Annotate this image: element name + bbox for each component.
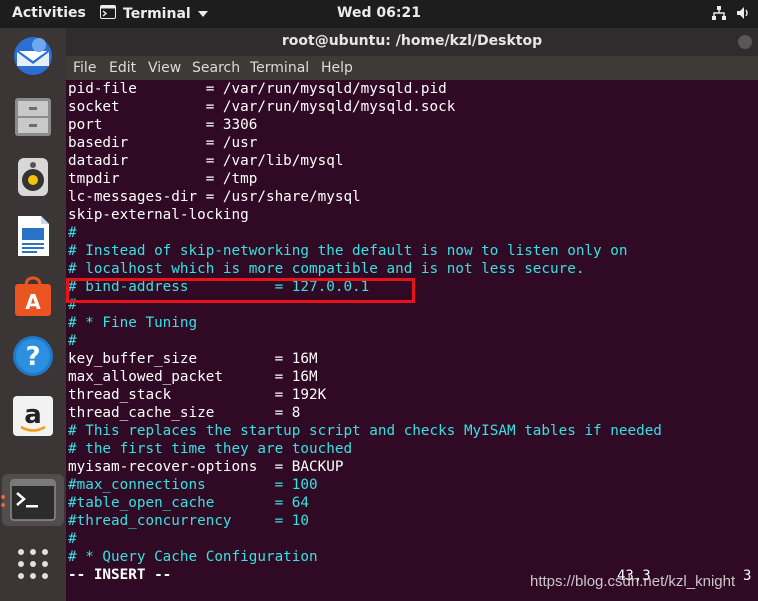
terminal-line: #thread_concurrency = 10 (68, 513, 310, 529)
terminal-line: port = 3306 (68, 117, 258, 133)
volume-icon[interactable] (736, 5, 752, 25)
svg-text:a: a (24, 400, 42, 430)
terminal-line: max_allowed_packet = 16M (68, 369, 318, 385)
terminal-line: # the first time they are touched (68, 441, 353, 457)
svg-text:?: ? (25, 342, 40, 372)
terminal-line: skip-external-locking (68, 207, 249, 223)
menu-file[interactable]: File (73, 60, 96, 76)
watermark: https://blog.csdn.net/kzl_knight (530, 573, 736, 590)
terminal-line: datadir = /var/lib/mysql (68, 153, 344, 169)
writer-icon[interactable] (9, 212, 57, 260)
terminal-line: # (68, 225, 77, 241)
menu-search[interactable]: Search (192, 60, 240, 76)
files-icon[interactable] (9, 92, 57, 140)
dock: A ? a (0, 28, 66, 601)
clock[interactable]: Wed 06:21 (0, 5, 758, 21)
terminal-text-area[interactable]: pid-file = /var/run/mysqld/mysqld.pid soc… (68, 80, 758, 601)
terminal-line: #table_open_cache = 64 (68, 495, 310, 511)
close-icon[interactable] (738, 35, 752, 49)
svg-text:A: A (25, 290, 41, 314)
terminal-line: # Instead of skip-networking the default… (68, 243, 628, 259)
terminal-line: thread_stack = 192K (68, 387, 327, 403)
terminal-window: root@ubuntu: /home/kzl/Desktop File Edit… (66, 28, 758, 601)
window-title: root@ubuntu: /home/kzl/Desktop (281, 33, 543, 49)
thunderbird-icon[interactable] (9, 32, 57, 80)
terminal-line: # * Fine Tuning (68, 315, 198, 331)
highlight-box (66, 278, 415, 303)
menu-help[interactable]: Help (321, 60, 353, 76)
terminal-line: tmpdir = /tmp (68, 171, 258, 187)
terminal-line: basedir = /usr (68, 135, 258, 151)
amazon-icon[interactable]: a (9, 392, 57, 440)
show-apps-icon[interactable] (9, 540, 57, 588)
network-icon[interactable] (712, 5, 726, 25)
menu-edit[interactable]: Edit (109, 60, 136, 76)
scroll-percent: 3 (743, 568, 752, 584)
terminal-line: myisam-recover-options = BACKUP (68, 459, 344, 475)
help-icon[interactable]: ? (9, 332, 57, 380)
terminal-line: # This replaces the startup script and c… (68, 423, 662, 439)
terminal-line: thread_cache_size = 8 (68, 405, 301, 421)
system-tray[interactable] (712, 5, 752, 25)
rhythmbox-icon[interactable] (9, 152, 57, 200)
terminal-line: key_buffer_size = 16M (68, 351, 318, 367)
menu-terminal[interactable]: Terminal (250, 60, 309, 76)
terminal-icon[interactable] (2, 474, 64, 526)
terminal-line: lc-messages-dir = /usr/share/mysql (68, 189, 361, 205)
terminal-line: #max_connections = 100 (68, 477, 318, 493)
window-titlebar[interactable]: root@ubuntu: /home/kzl/Desktop (66, 28, 758, 56)
top-panel: Activities Terminal Wed 06:21 (0, 0, 758, 28)
terminal-line: # (68, 531, 77, 547)
menu-view[interactable]: View (148, 60, 181, 76)
software-center-icon[interactable]: A (9, 272, 57, 320)
terminal-line: socket = /var/run/mysqld/mysqld.sock (68, 99, 456, 115)
terminal-line: # localhost which is more compatible and… (68, 261, 585, 277)
terminal-line: # (68, 333, 77, 349)
terminal-line: pid-file = /var/run/mysqld/mysqld.pid (68, 81, 447, 97)
terminal-line: # * Query Cache Configuration (68, 549, 318, 565)
menu-bar: File Edit View Search Terminal Help (66, 56, 758, 80)
